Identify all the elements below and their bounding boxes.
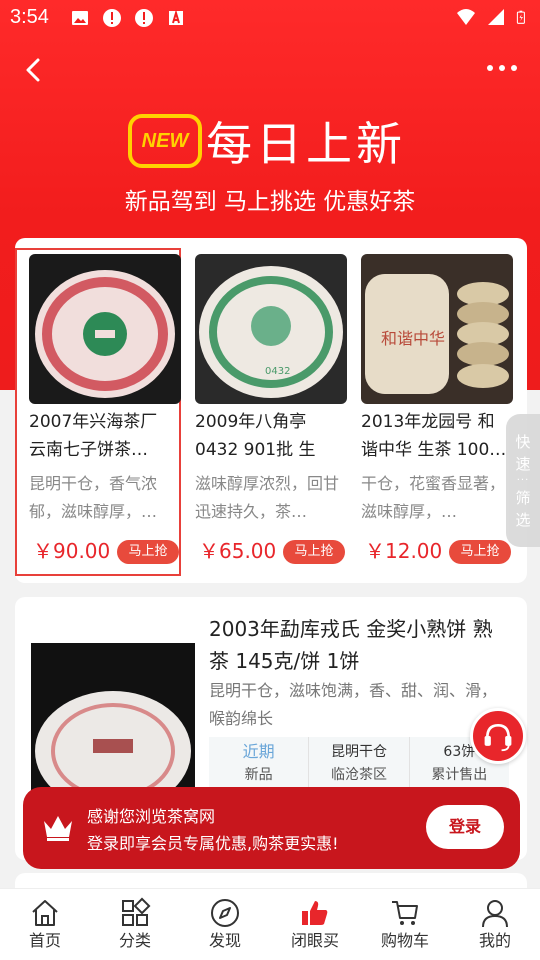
font-icon <box>169 9 183 25</box>
thumbs-up-icon <box>302 901 328 925</box>
product-description: 昆明干仓，香气浓郁，滋味醇厚，… <box>29 474 158 521</box>
nav-label: 闭眼买 <box>290 931 339 950</box>
customer-service-icon[interactable] <box>470 708 526 764</box>
nav-label: 购物车 <box>380 931 429 950</box>
nav-label: 我的 <box>478 931 511 950</box>
product-stats: 近期 新品 昆明干仓 临沧茶区 63饼 累计售出 <box>209 737 509 793</box>
nav-item-home[interactable]: 首页 <box>0 889 90 960</box>
battery-icon <box>516 10 525 24</box>
quick-filter-char: 速 <box>515 454 531 473</box>
product-card[interactable]: 0432 2009年八角亭 0432 901批 生茶… 滋味醇厚浓烈，回甘迅速持… <box>181 248 347 576</box>
alert-icon <box>103 9 121 27</box>
stat-value: 近期 <box>242 742 275 761</box>
back-icon[interactable] <box>18 50 52 90</box>
nav-label: 首页 <box>28 931 61 950</box>
stat-label: 临沧茶区 <box>330 767 387 783</box>
product-image <box>29 254 181 404</box>
product-card[interactable]: 2007年兴海茶厂 云南七子饼茶… 昆明干仓，香气浓郁，滋味醇厚，… ￥90.0… <box>15 248 181 576</box>
notification-icons <box>70 8 186 28</box>
buy-now-button[interactable]: 马上抢 <box>283 540 345 564</box>
product-price: ￥90.00 <box>33 539 111 563</box>
product-price: ￥12.00 <box>365 539 443 563</box>
product-name: 2007年兴海茶厂 云南七子饼茶… <box>29 412 158 460</box>
more-icon[interactable] <box>482 56 522 80</box>
new-badge: NEW <box>128 114 202 168</box>
signal-icon <box>488 9 504 25</box>
system-icons <box>456 7 530 27</box>
login-banner-title: 感谢您浏览茶窝网 <box>87 807 216 826</box>
compass-icon <box>211 899 239 927</box>
bottom-navigation: 首页 分类 发现 闭眼买 购物车 我的 <box>0 888 540 960</box>
alert-icon <box>135 9 153 27</box>
stat-value: 昆明干仓 <box>330 744 387 760</box>
page-title-group: NEW 每日上新 <box>128 110 406 172</box>
nav-item-category[interactable]: 分类 <box>90 889 180 960</box>
login-banner-subtitle: 登录即享会员专属优惠,购茶更实惠! <box>87 834 339 853</box>
page-title: 每日上新 <box>206 117 406 171</box>
product-name: 2009年八角亭 0432 901批 生茶… <box>195 412 316 460</box>
wifi-icon <box>457 9 475 25</box>
svg-text:和谐中华: 和谐中华 <box>381 329 445 348</box>
product-image: 和谐中华 <box>361 254 513 404</box>
quick-filter-char: 快 <box>515 432 531 451</box>
buy-now-button[interactable]: 马上抢 <box>449 540 511 564</box>
nav-item-cart[interactable]: 购物车 <box>360 889 450 960</box>
stat-item: 昆明干仓 临沧茶区 <box>309 737 410 793</box>
dots-divider: ··· <box>516 474 530 486</box>
buy-now-button[interactable]: 马上抢 <box>117 540 179 564</box>
home-icon <box>32 900 58 926</box>
svg-text:0432: 0432 <box>265 366 290 377</box>
quick-filter-button[interactable]: 快 速 ··· 筛 选 <box>506 414 540 547</box>
nav-item-discover[interactable]: 发现 <box>180 889 270 960</box>
nav-label: 发现 <box>208 931 241 950</box>
status-bar: 3:54 <box>0 0 540 36</box>
nav-item-blind-buy[interactable]: 闭眼买 <box>270 889 360 960</box>
image-icon <box>72 11 88 25</box>
featured-product-title: 2003年勐库戎氏 金奖小熟饼 熟茶 145克/饼 1饼 <box>209 617 493 673</box>
status-time: 3:54 <box>10 6 49 28</box>
product-description: 干仓，花蜜香显著，滋味醇厚，… <box>361 474 506 521</box>
product-price: ￥65.00 <box>199 539 277 563</box>
login-banner: 感谢您浏览茶窝网 登录即享会员专属优惠,购茶更实惠! 登录 <box>23 787 520 869</box>
product-description: 滋味醇厚浓烈，回甘迅速持久，茶… <box>195 474 340 521</box>
stat-label: 新品 <box>244 767 273 783</box>
product-name: 2013年龙园号 和谐中华 生茶 100… <box>361 412 507 460</box>
quick-filter-char: 筛 <box>515 488 531 507</box>
stat-label: 累计售出 <box>431 767 488 783</box>
crown-icon <box>44 816 72 841</box>
product-row: 2007年兴海茶厂 云南七子饼茶… 昆明干仓，香气浓郁，滋味醇厚，… ￥90.0… <box>15 238 527 583</box>
nav-label: 分类 <box>118 931 151 950</box>
page-subtitle: 新品驾到 马上挑选 优惠好茶 <box>124 189 416 215</box>
login-button[interactable]: 登录 <box>426 805 504 849</box>
product-image: 0432 <box>195 254 347 404</box>
product-card[interactable]: 和谐中华 2013年龙园号 和谐中华 生茶 100… 干仓，花蜜香显著，滋味醇厚… <box>347 248 513 576</box>
grid-icon <box>122 897 151 926</box>
cart-icon <box>392 901 418 925</box>
user-icon <box>482 900 508 928</box>
featured-product-image <box>31 643 195 807</box>
quick-filter-char: 选 <box>515 510 531 529</box>
nav-item-profile[interactable]: 我的 <box>450 889 540 960</box>
stat-item: 近期 新品 <box>209 737 310 793</box>
featured-product-description: 昆明干仓，滋味饱满，香、甜、润、滑，喉韵绵长 <box>209 681 498 728</box>
